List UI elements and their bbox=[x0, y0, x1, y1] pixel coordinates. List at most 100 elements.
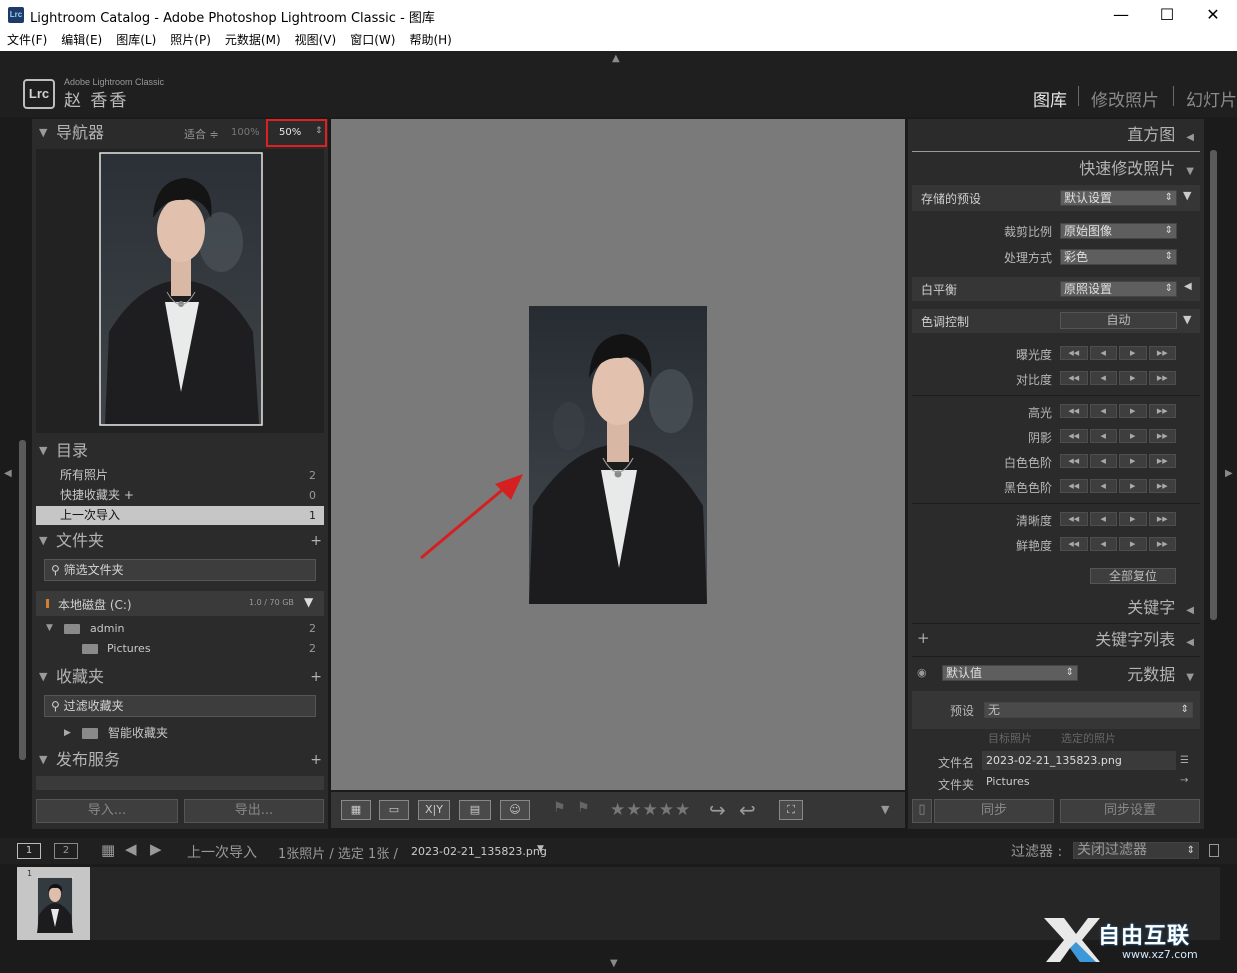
folder-item-admin[interactable]: ▼ admin 2 bbox=[36, 619, 324, 638]
sync-button[interactable]: 同步 bbox=[934, 799, 1054, 823]
contrast-stepper[interactable]: ◀◀ ◀ ▶ ▶▶ bbox=[1060, 371, 1176, 385]
add-folder-icon[interactable]: + bbox=[310, 527, 322, 555]
menu-help[interactable]: 帮助(H) bbox=[402, 30, 458, 51]
histogram-header[interactable]: 直方图 ◀ bbox=[1127, 121, 1194, 149]
compare-view-button[interactable]: X|Y bbox=[418, 800, 450, 820]
exposure-stepper[interactable]: ◀◀ ◀ ▶ ▶▶ bbox=[1060, 346, 1176, 360]
volume-row[interactable]: 本地磁盘 (C:) 1.0 / 70 GB ▼ bbox=[36, 591, 324, 616]
keywording-header[interactable]: 关键字 ◀ bbox=[1127, 594, 1194, 622]
window-1-button[interactable]: 1 bbox=[17, 843, 41, 859]
collapse-icon[interactable]: ▼ bbox=[1183, 313, 1191, 326]
grid-icon[interactable]: ▦ bbox=[101, 841, 115, 859]
metadata-view-dropdown[interactable]: 默认值 bbox=[942, 665, 1078, 681]
catalog-item-previous-import[interactable]: 上一次导入 1 bbox=[36, 506, 324, 525]
module-develop[interactable]: 修改照片 bbox=[1091, 86, 1159, 111]
menu-edit[interactable]: 编辑(E) bbox=[54, 30, 109, 51]
bottom-panel-toggle-icon[interactable]: ▼ bbox=[610, 958, 618, 969]
survey-view-icon[interactable]: ▤ bbox=[459, 800, 491, 820]
left-panel-toggle-icon[interactable]: ◀ bbox=[4, 468, 12, 479]
goto-folder-icon[interactable]: → bbox=[1180, 775, 1188, 786]
filter-dropdown[interactable]: 关闭过滤器 bbox=[1073, 842, 1199, 859]
white-balance-dropdown[interactable]: 原照设置 bbox=[1060, 281, 1177, 297]
main-photo[interactable] bbox=[529, 306, 707, 604]
sync-toggle-icon[interactable]: ▯ bbox=[912, 799, 932, 823]
top-panel-toggle-icon[interactable]: ▲ bbox=[612, 53, 620, 64]
minimize-button[interactable]: — bbox=[1098, 0, 1144, 30]
shadows-stepper[interactable]: ◀◀ ◀ ▶ ▶▶ bbox=[1060, 429, 1176, 443]
volume-expand-icon[interactable]: ▼ bbox=[304, 595, 313, 609]
back-arrow-icon[interactable]: ◀ bbox=[125, 840, 137, 858]
export-button[interactable]: 导出... bbox=[184, 799, 324, 823]
whites-stepper[interactable]: ◀◀ ◀ ▶ ▶▶ bbox=[1060, 454, 1176, 468]
menu-view[interactable]: 视图(V) bbox=[288, 30, 344, 51]
sync-settings-button[interactable]: 同步设置 bbox=[1060, 799, 1200, 823]
collapse-icon[interactable]: ▼ bbox=[1183, 189, 1191, 202]
eye-icon[interactable]: ◉ bbox=[917, 666, 927, 679]
reset-all-button[interactable]: 全部复位 bbox=[1090, 568, 1176, 584]
clarity-stepper[interactable]: ◀◀ ◀ ▶ ▶▶ bbox=[1060, 512, 1176, 526]
current-filename[interactable]: 2023-02-21_135823.png bbox=[411, 845, 547, 858]
blacks-stepper[interactable]: ◀◀ ◀ ▶ ▶▶ bbox=[1060, 479, 1176, 493]
add-publish-icon[interactable]: + bbox=[310, 746, 322, 774]
highlights-stepper[interactable]: ◀◀ ◀ ▶ ▶▶ bbox=[1060, 404, 1176, 418]
folders-header[interactable]: ▼ 文件夹 + bbox=[32, 527, 328, 555]
catalog-item-quick-collection[interactable]: 快捷收藏夹 + 0 bbox=[36, 486, 324, 505]
add-keyword-icon[interactable]: + bbox=[917, 629, 930, 647]
loupe-view-icon[interactable]: ▭ bbox=[379, 800, 409, 820]
menu-photo[interactable]: 照片(P) bbox=[163, 30, 218, 51]
module-library[interactable]: 图库 bbox=[1033, 86, 1067, 111]
folder-item-pictures[interactable]: Pictures 2 bbox=[36, 639, 324, 658]
filename-field[interactable]: 2023-02-21_135823.png bbox=[982, 751, 1176, 770]
star-rating[interactable]: ★★★★★ bbox=[610, 800, 691, 820]
zoom-fit-option[interactable]: 适合 ≑ bbox=[184, 126, 219, 142]
window-2-button[interactable]: 2 bbox=[54, 843, 78, 859]
target-photo-tab[interactable]: 目标照片 bbox=[988, 730, 1032, 746]
grid-view-icon[interactable]: ▦ bbox=[341, 800, 371, 820]
rotate-right-icon[interactable]: ↩ bbox=[739, 798, 756, 822]
vibrance-stepper[interactable]: ◀◀ ◀ ▶ ▶▶ bbox=[1060, 537, 1176, 551]
zoom-100-option[interactable]: 100% bbox=[231, 127, 260, 138]
forward-arrow-icon[interactable]: ▶ bbox=[150, 840, 162, 858]
menu-library[interactable]: 图库(L) bbox=[109, 30, 163, 51]
filmstrip-cell[interactable]: 1 bbox=[17, 867, 90, 940]
catalog-header[interactable]: ▼ 目录 bbox=[32, 437, 328, 465]
import-button[interactable]: 导入... bbox=[36, 799, 178, 823]
selected-photos-tab[interactable]: 选定的照片 bbox=[1061, 730, 1116, 746]
quick-develop-header[interactable]: 快速修改照片 ▼ bbox=[1079, 155, 1194, 183]
people-view-icon[interactable]: ☺ bbox=[500, 800, 530, 820]
keyword-list-header[interactable]: 关键字列表 ◀ bbox=[1095, 626, 1194, 654]
expand-icon[interactable]: ◀ bbox=[1184, 281, 1192, 292]
treatment-dropdown[interactable]: 彩色 bbox=[1060, 249, 1177, 265]
metadata-preset-dropdown[interactable]: 无 bbox=[984, 702, 1193, 718]
filmstrip-source[interactable]: 上一次导入 bbox=[187, 842, 257, 862]
maximize-button[interactable]: ☐ bbox=[1144, 0, 1190, 30]
navigator-preview[interactable] bbox=[36, 149, 324, 433]
list-icon[interactable]: ☰ bbox=[1180, 755, 1189, 766]
metadata-header[interactable]: 元数据 ▼ bbox=[1127, 661, 1194, 689]
menu-window[interactable]: 窗口(W) bbox=[343, 30, 402, 51]
collection-filter-input[interactable]: ⚲ 过滤收藏夹 bbox=[44, 695, 316, 717]
add-collection-icon[interactable]: + bbox=[310, 663, 322, 691]
zoom-dropdown-icon[interactable]: ⇕ bbox=[315, 126, 323, 136]
crop-overlay-icon[interactable]: ⛶ bbox=[779, 800, 803, 820]
publish-header[interactable]: ▼ 发布服务 + bbox=[32, 746, 328, 774]
expand-icon[interactable]: ▶ bbox=[64, 724, 71, 743]
filter-lock-icon[interactable] bbox=[1209, 844, 1219, 857]
right-panel-toggle-icon[interactable]: ▶ bbox=[1225, 468, 1233, 479]
folder-filter-input[interactable]: ⚲ 筛选文件夹 bbox=[44, 559, 316, 581]
rotate-left-icon[interactable]: ↪ bbox=[709, 798, 726, 822]
filename-dropdown-icon[interactable]: ▼ bbox=[537, 844, 544, 854]
zoom-50-option[interactable]: 50% bbox=[279, 127, 301, 138]
left-scrollbar[interactable] bbox=[19, 440, 26, 760]
publish-service-row[interactable] bbox=[36, 776, 324, 790]
right-scrollbar[interactable] bbox=[1210, 150, 1217, 620]
module-slideshow[interactable]: 幻灯片 bbox=[1186, 86, 1237, 111]
auto-tone-button[interactable]: 自动 bbox=[1060, 312, 1177, 329]
flag-icon[interactable]: ⚑ bbox=[553, 800, 566, 816]
crop-ratio-dropdown[interactable]: 原始图像 bbox=[1060, 223, 1177, 239]
menu-metadata[interactable]: 元数据(M) bbox=[218, 30, 288, 51]
catalog-item-all-photos[interactable]: 所有照片 2 bbox=[36, 466, 324, 485]
smart-collection-set[interactable]: ▶ 智能收藏夹 bbox=[36, 724, 324, 743]
expand-icon[interactable]: ▼ bbox=[46, 619, 53, 638]
saved-preset-dropdown[interactable]: 默认设置 bbox=[1060, 190, 1177, 206]
